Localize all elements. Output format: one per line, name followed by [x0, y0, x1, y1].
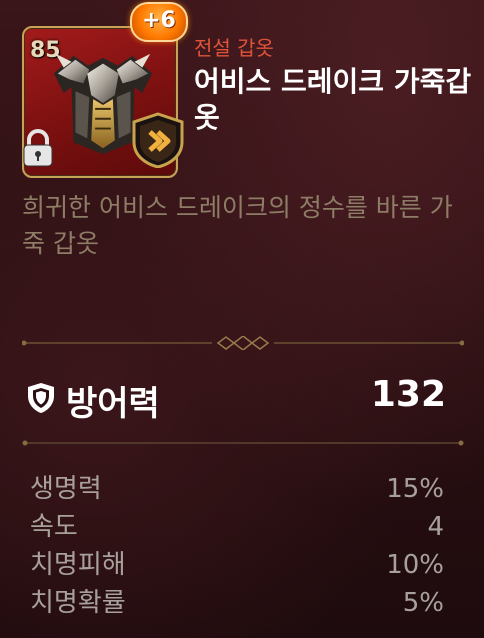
stat-row-hp: 생명력 15%	[30, 470, 444, 508]
defense-stat: 방어력 132	[22, 368, 446, 424]
ornament-divider	[22, 336, 464, 350]
item-icon-frame[interactable]: 85 +6	[20, 2, 188, 178]
stat-value: 10%	[386, 550, 444, 580]
stat-row-crit-damage: 치명피해 10%	[30, 546, 444, 584]
stat-label: 속도	[30, 512, 78, 542]
item-grade: 전설 갑옷	[194, 36, 274, 60]
defense-label: 방어력	[66, 384, 160, 424]
stat-label: 치명확률	[30, 588, 126, 618]
stat-value: 5%	[402, 588, 444, 618]
item-description: 희귀한 어비스 드레이크의 정수를 바른 가죽 갑옷	[22, 193, 453, 258]
lock-icon[interactable]	[20, 128, 56, 168]
item-tooltip: 85 +6 전설 갑옷 어비스 드레이크 가죽갑옷 희귀한 어비스 드레이크의 …	[0, 0, 484, 638]
stat-value: 4	[427, 512, 444, 542]
stat-row-crit-chance: 치명확률 5%	[30, 584, 444, 622]
shield-icon	[28, 383, 54, 413]
stat-label: 생명력	[30, 474, 102, 504]
stat-value: 15%	[386, 474, 444, 504]
divider-line	[22, 440, 464, 446]
sub-stats-list: 생명력 15% 속도 4 치명피해 10% 치명확률 5%	[30, 470, 444, 622]
defense-value: 132	[370, 374, 446, 415]
stat-label: 치명피해	[30, 550, 126, 580]
item-name: 어비스 드레이크 가죽갑옷	[194, 65, 472, 134]
class-chevron-icon	[132, 112, 184, 168]
enhance-badge: +6	[130, 2, 188, 42]
stat-row-speed: 속도 4	[30, 508, 444, 546]
